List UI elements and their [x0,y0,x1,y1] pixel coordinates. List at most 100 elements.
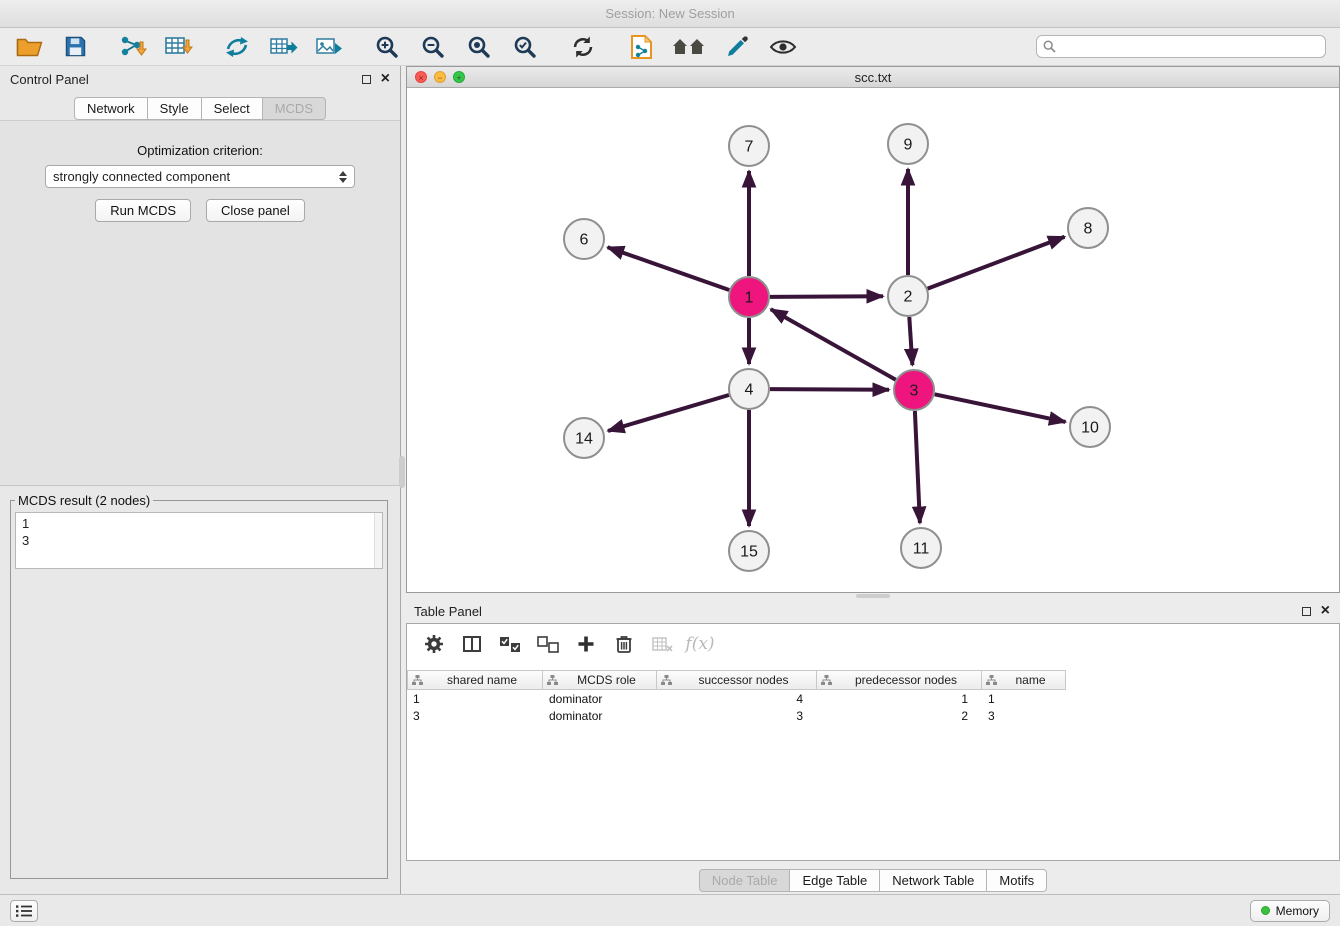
column-header-successor-nodes[interactable]: successor nodes [657,670,817,690]
double-home-icon [672,36,706,58]
edge-3-1[interactable] [771,309,896,379]
table-tab-edge-table[interactable]: Edge Table [790,869,880,892]
export-network-button[interactable] [222,32,252,62]
result-scrollbar[interactable] [374,513,382,568]
add-column-button[interactable] [573,631,599,657]
select-all-icon [499,636,521,653]
tab-mcds[interactable]: MCDS [263,97,326,120]
deselect-all-button[interactable] [535,631,561,657]
home-button[interactable] [672,32,706,62]
network-window-titlebar[interactable]: × − + scc.txt [407,67,1339,88]
zoom-window-icon[interactable]: + [453,71,465,83]
edge-3-11[interactable] [915,411,920,523]
column-header-name[interactable]: name [982,670,1066,690]
float-table-panel-icon[interactable] [1302,607,1311,616]
column-header-shared-name[interactable]: shared name [407,670,543,690]
node-10[interactable]: 10 [1070,407,1110,447]
duplicate-network-view-button[interactable] [626,32,656,62]
right-column: × − + scc.txt 7968124310141511 Table Pan… [401,66,1340,894]
export-image-button[interactable] [314,32,344,62]
edge-2-3[interactable] [909,317,912,365]
close-window-icon[interactable]: × [415,71,427,83]
column-header-mcds-role[interactable]: MCDS role [543,670,657,690]
export-table-button[interactable] [268,32,298,62]
delete-table-icon [652,637,673,652]
delete-table-button[interactable] [649,631,675,657]
refresh-view-button[interactable] [568,32,598,62]
table-toolbar: f(x) [407,624,1339,664]
table-row[interactable]: 1dominator411 [407,690,1339,707]
network-graph[interactable]: 7 9 6 8 1 2 4 3 10 14 15 11 [407,88,1339,591]
run-mcds-button[interactable]: Run MCDS [95,199,191,222]
tab-style[interactable]: Style [148,97,202,120]
export-network-icon [224,35,250,59]
select-all-button[interactable] [497,631,523,657]
minimize-window-icon[interactable]: − [434,71,446,83]
zoom-out-button[interactable] [418,32,448,62]
node-9[interactable]: 9 [888,124,928,164]
open-session-button[interactable] [14,32,44,62]
tab-select[interactable]: Select [202,97,263,120]
edge-4-14[interactable] [608,395,729,431]
edge-1-2[interactable] [770,296,883,297]
node-15[interactable]: 15 [729,531,769,571]
table-row[interactable]: 3dominator323 [407,707,1339,724]
delete-column-button[interactable] [611,631,637,657]
node-7[interactable]: 7 [729,126,769,166]
zoom-fit-button[interactable] [464,32,494,62]
node-4[interactable]: 4 [729,369,769,409]
close-table-panel-icon[interactable]: × [1321,603,1330,619]
node-11[interactable]: 11 [901,528,941,568]
svg-text:7: 7 [745,139,754,156]
import-network-button[interactable] [118,32,148,62]
node-6[interactable]: 6 [564,219,604,259]
panel-splitter-handle[interactable] [399,456,405,488]
window-title: Session: New Session [605,6,734,21]
svg-text:2: 2 [904,289,913,306]
paint-button[interactable] [722,32,752,62]
edge-1-6[interactable] [608,247,730,290]
node-3[interactable]: 3 [894,370,934,410]
memory-button[interactable]: Memory [1250,900,1330,922]
table-settings-button[interactable] [421,631,447,657]
zoom-selected-button[interactable] [510,32,540,62]
import-table-button[interactable] [164,32,194,62]
node-1[interactable]: 1 [729,277,769,317]
close-panel-icon[interactable]: × [381,71,390,87]
table-tab-network-table[interactable]: Network Table [880,869,987,892]
search-box [1036,35,1326,58]
float-panel-icon[interactable] [362,75,371,84]
table-tab-node-table[interactable]: Node Table [699,869,791,892]
window-controls: × − + [415,71,465,83]
search-input[interactable] [1036,35,1326,58]
table-cell: 1 [407,692,543,706]
network-canvas[interactable]: 7 9 6 8 1 2 4 3 10 14 15 11 [407,88,1339,592]
import-network-icon [118,35,148,59]
mcds-result-text[interactable]: 1 3 [15,512,383,569]
show-columns-button[interactable] [459,631,485,657]
save-floppy-icon [65,36,86,57]
control-panel-tabs: NetworkStyleSelectMCDS [0,97,400,120]
zoom-in-button[interactable] [372,32,402,62]
show-hide-graphics-button[interactable] [768,32,798,62]
splitter-handle[interactable] [856,594,890,598]
tab-network[interactable]: Network [74,97,148,120]
function-builder-button[interactable]: f(x) [687,631,713,657]
column-header-predecessor-nodes[interactable]: predecessor nodes [817,670,982,690]
table-tab-motifs[interactable]: Motifs [987,869,1047,892]
optimization-criterion-dropdown[interactable]: strongly connected component [45,165,355,188]
optimization-criterion-label: Optimization criterion: [0,143,400,158]
window-titlebar: Session: New Session [0,0,1340,28]
edge-2-8[interactable] [928,237,1065,289]
close-panel-button[interactable]: Close panel [206,199,305,222]
memory-label: Memory [1276,904,1319,918]
task-history-button[interactable] [10,900,38,922]
edge-4-3[interactable] [770,389,889,390]
edge-3-10[interactable] [935,394,1066,422]
save-session-button[interactable] [60,32,90,62]
node-8[interactable]: 8 [1068,208,1108,248]
node-2[interactable]: 2 [888,276,928,316]
export-table-icon [269,35,298,59]
node-14[interactable]: 14 [564,418,604,458]
columns-icon [463,636,481,652]
